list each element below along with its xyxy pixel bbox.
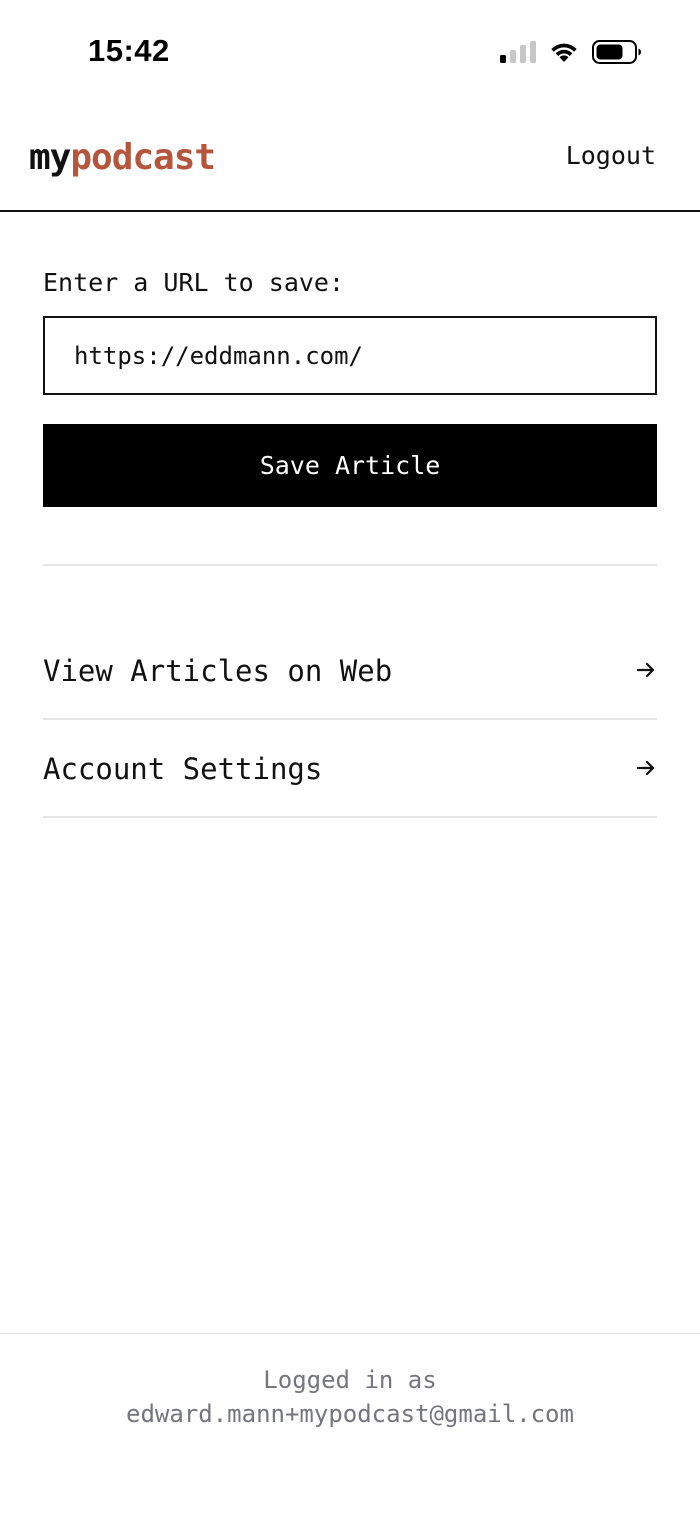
user-email: edward.mann+mypodcast@gmail.com xyxy=(126,1400,574,1428)
nav-list: View Articles on Web Account Settings xyxy=(43,622,657,818)
status-time: 15:42 xyxy=(88,33,170,68)
app-header: mypodcast Logout xyxy=(0,104,700,212)
nav-item-view-articles[interactable]: View Articles on Web xyxy=(43,622,657,720)
divider xyxy=(43,564,657,566)
arrow-right-icon xyxy=(636,760,655,776)
nav-item-label: View Articles on Web xyxy=(43,654,393,688)
save-article-button[interactable]: Save Article xyxy=(43,424,657,507)
logo-suffix: podcast xyxy=(70,137,216,178)
url-label: Enter a URL to save: xyxy=(43,268,345,297)
logout-link[interactable]: Logout xyxy=(566,141,656,170)
url-input[interactable] xyxy=(43,316,657,395)
status-bar: 15:42 xyxy=(0,0,700,104)
footer: Logged in as edward.mann+mypodcast@gmail… xyxy=(0,1333,700,1519)
nav-item-label: Account Settings xyxy=(43,752,323,786)
battery-icon xyxy=(592,40,641,64)
app-logo[interactable]: mypodcast xyxy=(29,136,216,180)
logo-prefix: my xyxy=(29,137,71,178)
wifi-icon xyxy=(551,43,577,62)
logged-in-label: Logged in as xyxy=(263,1366,437,1394)
arrow-right-icon xyxy=(636,662,655,678)
cellular-signal-icon xyxy=(500,41,536,63)
nav-item-account-settings[interactable]: Account Settings xyxy=(43,720,657,818)
status-icons xyxy=(500,38,642,66)
